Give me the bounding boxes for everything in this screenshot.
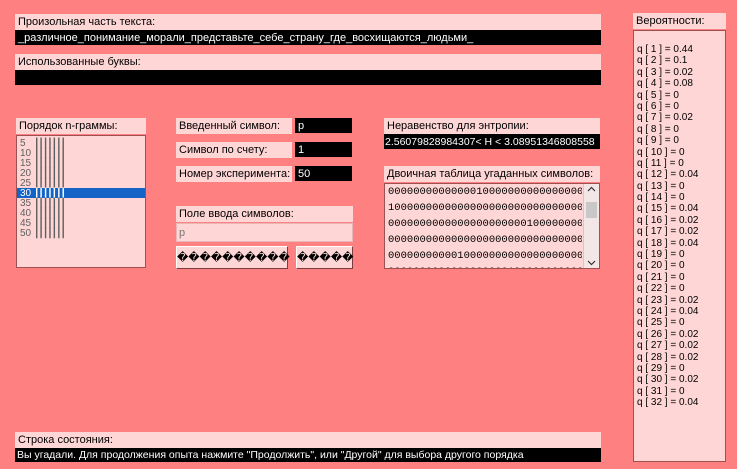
other-button[interactable]: ����� xyxy=(296,246,353,269)
ngram-bars-icon: ┃┃┃┃┃┃┃ xyxy=(34,178,66,188)
symbol-input-label: Поле ввода символов: xyxy=(176,206,353,222)
experiment-number-value: 50 xyxy=(295,166,352,181)
probability-item: q [ 26 ] = 0.02 xyxy=(637,328,699,340)
probability-item: q [ 4 ] = 0.08 xyxy=(637,78,693,90)
ngram-order-list[interactable]: 5 ┃┃┃┃┃┃┃ 10 ┃┃┃┃┃┃┃ 15 ┃┃┃┃┃┃┃ 20 ┃┃┃┃┃┃┃ 25 ┃┃┃… xyxy=(16,135,146,268)
ngram-order-item[interactable]: 10 ┃┃┃┃┃┃┃ xyxy=(17,148,145,159)
ngram-order-item[interactable]: 35 ┃┃┃┃┃┃┃ xyxy=(17,198,145,209)
ngram-bars-icon: ┃┃┃┃┃┃┃ xyxy=(34,228,66,238)
experiment-number-label: Номер эксперимента: xyxy=(176,166,292,182)
probability-item: q [ 19 ] = 0 xyxy=(637,249,685,261)
status-label: Строка состояния: xyxy=(15,432,601,448)
ngram-bars-icon: ┃┃┃┃┃┃┃ xyxy=(34,158,66,168)
probability-item: q [ 30 ] = 0.02 xyxy=(637,374,699,386)
entropy-label: Неравенство для энтропии: xyxy=(384,118,600,134)
symbol-input[interactable] xyxy=(176,223,353,242)
entered-symbol-value: р xyxy=(295,118,352,133)
ngram-order-label: Порядок n-граммы: xyxy=(16,118,146,134)
probability-item: q [ 24 ] = 0.04 xyxy=(637,305,699,317)
probability-item: q [ 25 ] = 0 xyxy=(637,317,685,329)
binary-table-row: 10000000000000000000000000000000 xyxy=(388,202,582,214)
ngram-bars-icon: ┃┃┃┃┃┃┃ xyxy=(34,168,66,178)
probability-item: q [ 27 ] = 0.02 xyxy=(637,340,699,352)
probabilities-list[interactable]: q [ 1 ] = 0.44 q [ 2 ] = 0.1 q [ 3 ] = 0.0… xyxy=(633,30,726,462)
probabilities-label: Вероятности: xyxy=(633,13,726,29)
used-letters-label: Использованные буквы: xyxy=(15,54,601,70)
binary-table-row: 00000000000000100000000000000000 xyxy=(388,186,582,198)
ngram-bars-icon: ┃┃┃┃┃┃┃ xyxy=(34,208,66,218)
probability-item: q [ 1 ] = 0.44 xyxy=(637,44,693,55)
probability-item: q [ 15 ] = 0.04 xyxy=(637,203,699,215)
probability-item: q [ 10 ] = 0 xyxy=(637,146,685,158)
probability-item: q [ 9 ] = 0 xyxy=(637,135,679,147)
ngram-order-item[interactable]: 15 ┃┃┃┃┃┃┃ xyxy=(17,158,145,169)
binary-table-row: 00000000000000000001000000000000 xyxy=(385,264,582,268)
ngram-bars-icon: ┃┃┃┃┃┃┃ xyxy=(34,138,66,148)
probability-item: q [ 2 ] = 0.1 xyxy=(637,55,688,67)
ngram-order-item[interactable]: 25 ┃┃┃┃┃┃┃ xyxy=(17,178,145,189)
ngram-order-value: 50 xyxy=(20,228,32,239)
probability-item: q [ 14 ] = 0 xyxy=(637,192,685,204)
probability-item: q [ 8 ] = 0 xyxy=(637,123,679,135)
probability-item: q [ 16 ] = 0.02 xyxy=(637,214,699,226)
ngram-bars-icon: ┃┃┃┃┃┃┃ xyxy=(34,188,66,198)
probability-item: q [ 31 ] = 0 xyxy=(637,385,685,397)
probability-item: q [ 7 ] = 0.02 xyxy=(637,112,693,124)
binary-table-row: 00000000000000000000001000000000 xyxy=(388,218,582,230)
ngram-order-item[interactable]: 30 ┃┃┃┃┃┃┃ xyxy=(17,188,145,199)
symbol-count-value: 1 xyxy=(295,142,352,157)
binary-table-scrollbar[interactable] xyxy=(583,184,599,268)
ngram-order-item[interactable]: 40 ┃┃┃┃┃┃┃ xyxy=(17,208,145,219)
probability-item: q [ 32 ] = 0.04 xyxy=(637,397,699,409)
binary-table-label: Двоичная таблица угаданных символов: xyxy=(384,166,600,182)
binary-table-row: 00000000000000000000000000000001 xyxy=(388,234,582,246)
probability-item: q [ 5 ] = 0 xyxy=(637,89,679,101)
probability-item: q [ 17 ] = 0.02 xyxy=(637,226,699,238)
probability-item: q [ 22 ] = 0 xyxy=(637,283,685,295)
ngram-bars-icon: ┃┃┃┃┃┃┃ xyxy=(34,198,66,208)
probability-item: q [ 12 ] = 0.04 xyxy=(637,169,699,181)
entered-symbol-label: Введенный символ: xyxy=(176,118,292,134)
ngram-order-item[interactable]: 45 ┃┃┃┃┃┃┃ xyxy=(17,218,145,229)
binary-table-row: 00000000000100000000000000000000 xyxy=(388,250,582,262)
ngram-bars-icon: ┃┃┃┃┃┃┃ xyxy=(34,218,66,228)
probability-item: q [ 3 ] = 0.02 xyxy=(637,66,693,78)
symbol-count-label: Символ по счету: xyxy=(176,142,292,158)
probability-item: q [ 21 ] = 0 xyxy=(637,271,685,283)
entropy-value: 2.56079828984307< H < 3.08951346808558 xyxy=(384,134,600,149)
ngram-bars-icon: ┃┃┃┃┃┃┃ xyxy=(34,148,66,158)
used-letters-value xyxy=(15,70,601,85)
probability-item: q [ 6 ] = 0 xyxy=(637,100,679,112)
text-section-label: Произольная часть текста: xyxy=(15,14,601,30)
ngram-order-item[interactable]: 5 ┃┃┃┃┃┃┃ xyxy=(17,138,145,149)
probability-item: q [ 23 ] = 0.02 xyxy=(637,294,699,306)
status-value: Вы угадали. Для продолжения опыта нажмит… xyxy=(15,448,601,462)
binary-table[interactable]: 00000000000000100000000000000000 10000000… xyxy=(384,183,600,269)
probability-item: q [ 13 ] = 0 xyxy=(637,180,685,192)
probability-item: q [ 29 ] = 0 xyxy=(637,362,685,374)
ngram-order-item[interactable]: 20 ┃┃┃┃┃┃┃ xyxy=(17,168,145,179)
probability-item: q [ 20 ] = 0 xyxy=(637,260,685,272)
ngram-order-item[interactable]: 50 ┃┃┃┃┃┃┃ xyxy=(17,228,145,239)
continue-button[interactable]: ���������� xyxy=(176,246,290,269)
probability-item: q [ 28 ] = 0.02 xyxy=(637,351,699,363)
probability-item: q [ 18 ] = 0.04 xyxy=(637,237,699,249)
probability-item: q [ 11 ] = 0 xyxy=(637,157,684,169)
text-section-value: _различное_понимание_морали_представьте_… xyxy=(15,30,601,45)
